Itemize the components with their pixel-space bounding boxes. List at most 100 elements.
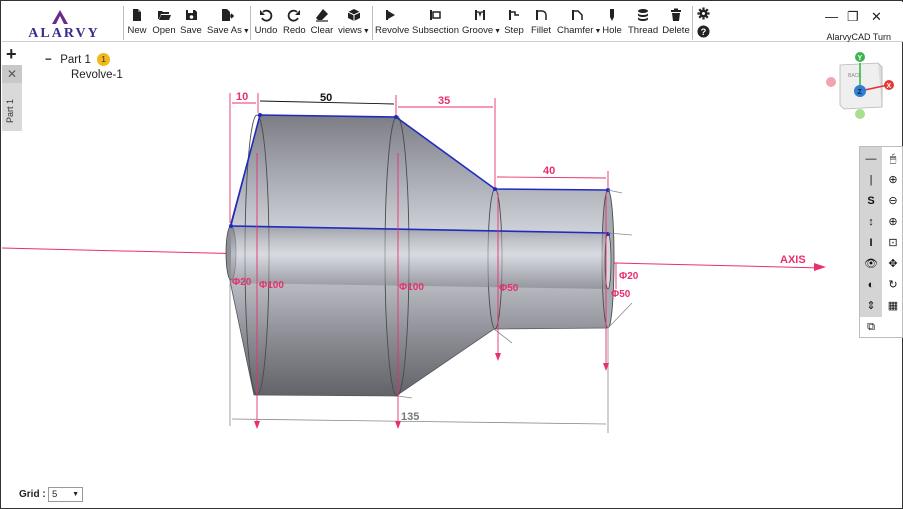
- toolbar-separator: [250, 6, 251, 40]
- tree-item-revolve[interactable]: Revolve-1: [45, 68, 123, 83]
- contrast-icon[interactable]: ◐: [860, 275, 882, 296]
- dropdown-caret: ▼: [594, 28, 602, 35]
- dim-overall-135: 135: [401, 411, 419, 423]
- i-beam-tool[interactable]: I: [860, 233, 882, 254]
- restore-button[interactable]: ❐: [847, 10, 859, 24]
- open-button[interactable]: Open: [152, 6, 176, 40]
- close-button[interactable]: ✕: [871, 10, 882, 24]
- revolved-part[interactable]: [225, 113, 615, 397]
- dropdown-caret: ▼: [362, 28, 370, 35]
- dim-dia-first: Φ100: [259, 280, 284, 291]
- svg-text:Y: Y: [858, 55, 863, 62]
- gear-icon[interactable]: [697, 7, 710, 20]
- redo-button[interactable]: Redo: [283, 6, 306, 40]
- database-icon: [638, 9, 648, 21]
- new-button[interactable]: New: [126, 6, 148, 40]
- toolbar-separator: [692, 6, 693, 40]
- line-tool[interactable]: —: [860, 149, 882, 170]
- tree-root-label[interactable]: Part 1: [60, 54, 91, 66]
- cad-viewport[interactable]: AXIS 10 50 35 40 135 Φ20 Φ100 Φ100 Φ50 Φ…: [2, 43, 903, 509]
- minimize-button[interactable]: —: [825, 10, 838, 24]
- zoom-in-icon[interactable]: ⊕: [882, 170, 903, 191]
- hole-icon: [610, 9, 614, 21]
- fillet-button[interactable]: Fillet: [530, 6, 552, 40]
- s-tool[interactable]: S: [860, 191, 882, 212]
- file-export-icon: [222, 9, 234, 21]
- mouse-icon[interactable]: 🖱: [882, 149, 903, 170]
- eye-icon[interactable]: 👁: [860, 254, 882, 275]
- grid-size-value: 5: [52, 489, 58, 500]
- save-as-button[interactable]: Save As▼: [207, 6, 250, 40]
- dropdown-caret: ▼: [494, 28, 502, 35]
- svg-text:?: ?: [701, 27, 707, 37]
- fillet-icon: [536, 10, 547, 20]
- step-button[interactable]: Step: [504, 6, 524, 40]
- axis-arrowhead: [814, 263, 826, 271]
- revolve-button[interactable]: Revolve: [375, 6, 409, 40]
- dim-dia-left-small: Φ20: [232, 277, 252, 288]
- dim-dia-right-large: Φ50: [611, 289, 631, 300]
- zoom-fit-icon[interactable]: ⊕: [882, 212, 903, 233]
- vertical-line-tool[interactable]: |: [860, 170, 882, 191]
- dropdown-caret: ▼: [242, 28, 250, 35]
- thread-button[interactable]: Thread: [628, 6, 658, 40]
- copy-view-icon[interactable]: ⧉: [860, 317, 882, 338]
- trash-icon: [671, 8, 681, 21]
- step-icon: [509, 10, 519, 20]
- clear-button[interactable]: Clear: [310, 6, 334, 40]
- feature-tree: − Part 1 1 Revolve-1: [45, 53, 123, 83]
- axis-label: AXIS: [780, 254, 806, 266]
- dim-dia-right-small: Φ20: [619, 271, 639, 282]
- floppy-icon: [186, 10, 197, 20]
- delete-button[interactable]: Delete: [662, 6, 690, 40]
- add-part-button[interactable]: +: [6, 45, 17, 63]
- close-tab-button[interactable]: ✕: [2, 65, 22, 83]
- tree-item-label[interactable]: Revolve-1: [71, 69, 123, 81]
- settings-column: ?: [697, 7, 711, 39]
- dim-dia-second: Φ100: [399, 282, 424, 293]
- left-tab-strip: + ✕ Part 1: [2, 43, 22, 131]
- save-button[interactable]: Save: [180, 6, 202, 40]
- file-icon: [133, 9, 141, 21]
- redo-icon: [287, 9, 300, 22]
- vertical-arrow-tool[interactable]: ↕: [860, 212, 882, 233]
- views-button[interactable]: views▼: [338, 6, 370, 40]
- window-controls: — ❐ ✕: [823, 10, 893, 24]
- tree-root-row[interactable]: − Part 1 1: [45, 53, 123, 68]
- chevron-down-icon: ▼: [72, 491, 79, 498]
- feature-count-badge: 1: [97, 53, 111, 66]
- dim-top-10: 10: [236, 91, 248, 103]
- part-tab[interactable]: Part 1: [2, 83, 22, 131]
- zoom-out-icon[interactable]: ⊖: [882, 191, 903, 212]
- rotate-icon[interactable]: ↻: [882, 275, 903, 296]
- view-cube[interactable]: BACK Z Y X: [826, 52, 894, 119]
- undo-icon: [260, 9, 273, 22]
- dim-top-50: 50: [320, 92, 332, 104]
- eraser-icon: [316, 9, 328, 22]
- groove-icon: [475, 10, 485, 20]
- subsection-button[interactable]: Subsection: [412, 6, 459, 40]
- undo-button[interactable]: Undo: [254, 6, 278, 40]
- hole-button[interactable]: Hole: [602, 6, 622, 40]
- groove-button[interactable]: Groove▼: [462, 6, 502, 40]
- toolbar-separator: [372, 6, 373, 40]
- pan-icon[interactable]: ✥: [882, 254, 903, 275]
- grid-size-select[interactable]: 5 ▼: [48, 487, 83, 502]
- help-icon[interactable]: ?: [697, 25, 710, 38]
- dim-top-40: 40: [543, 165, 555, 177]
- chamfer-button[interactable]: Chamfer▼: [557, 6, 601, 40]
- svg-text:Z: Z: [858, 89, 863, 96]
- chamfer-icon: [572, 10, 583, 20]
- grid-icon[interactable]: ▦: [882, 296, 903, 317]
- grid-label: Grid :: [19, 489, 46, 500]
- logo-text: ALARVY: [28, 26, 99, 40]
- cube-icon: [347, 9, 361, 21]
- view-toolbar: — | S ↕ I 👁 ◐ ⇕ 🖱 ⊕ ⊖ ⊕ ⊡ ✥ ↻ ▦ ⧉: [859, 146, 903, 338]
- app-title: AlarvyCAD Turn: [826, 32, 891, 42]
- sort-icon[interactable]: ⇕: [860, 296, 882, 317]
- tree-collapse-toggle[interactable]: −: [45, 53, 57, 68]
- zoom-window-icon[interactable]: ⊡: [882, 233, 903, 254]
- dim-dia-third: Φ50: [499, 283, 519, 294]
- subsection-icon: [430, 10, 441, 20]
- svg-text:X: X: [887, 83, 892, 90]
